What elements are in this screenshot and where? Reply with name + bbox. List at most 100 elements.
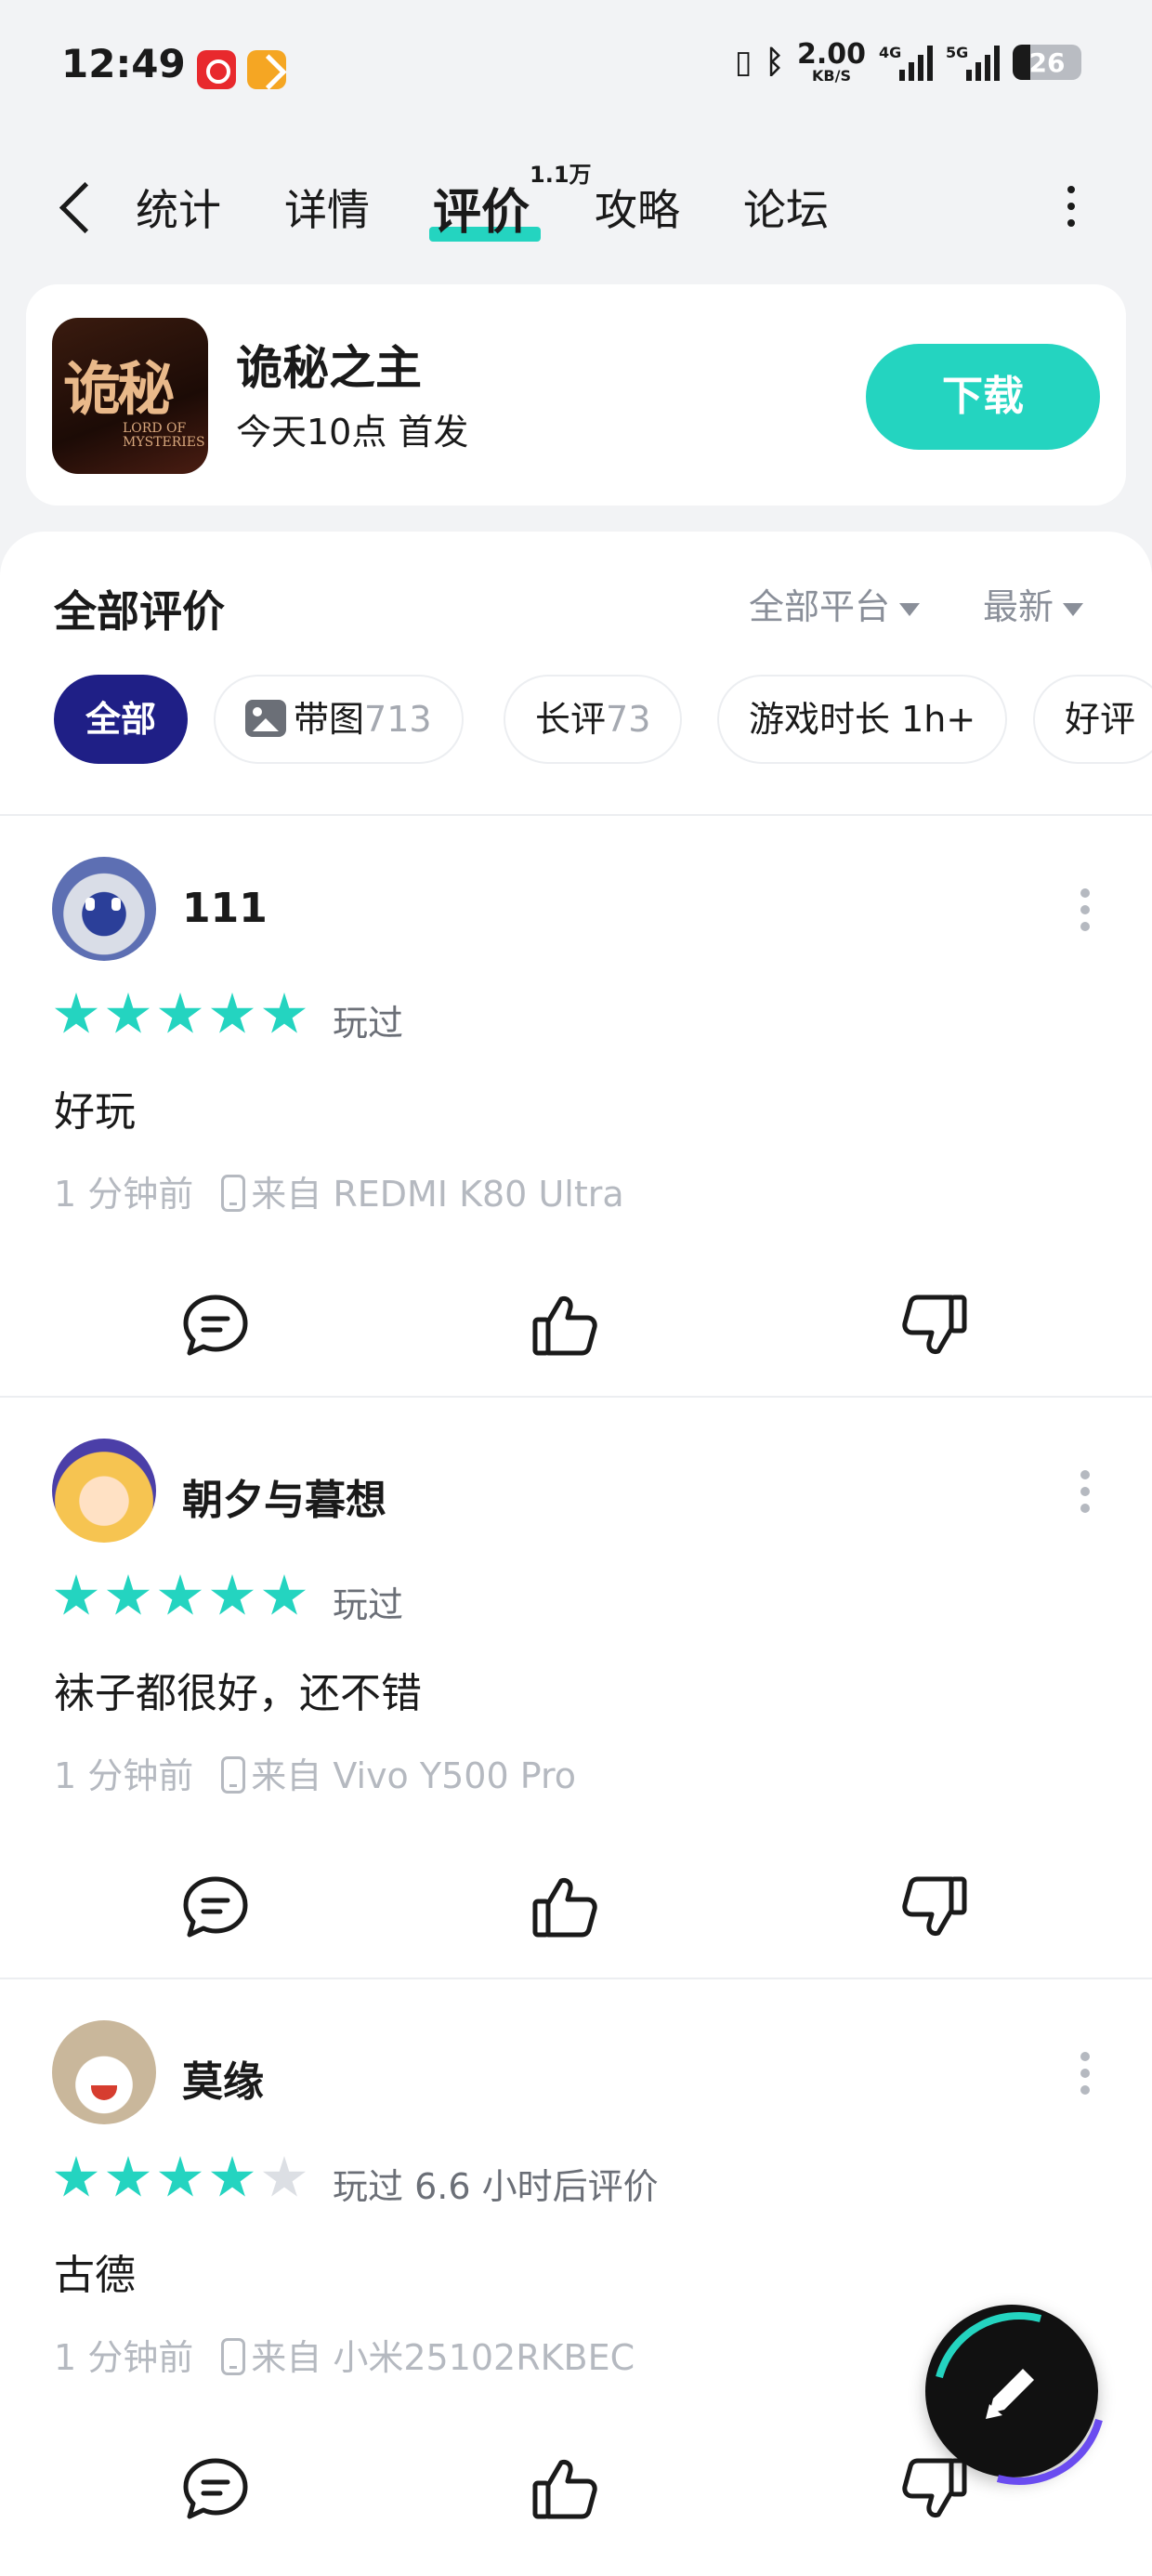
review-meta: 1 分钟前 来自 REDMI K80 Ultra (54, 1165, 624, 1216)
review-username[interactable]: 111 (182, 885, 268, 932)
game-name: 诡秘之主 (236, 341, 422, 395)
game-release-info: 今天10点 首发 (236, 412, 469, 453)
chip-playtime[interactable]: 游戏时长 1h+ (717, 675, 1008, 764)
comment-icon[interactable] (178, 1288, 253, 1362)
network-speed: 2.00 KB/S (797, 41, 866, 84)
caret-down-icon (1063, 602, 1084, 616)
star-filled-icon (158, 992, 203, 1033)
star-filled-icon (54, 1574, 98, 1615)
network-speed-unit: KB/S (812, 67, 851, 85)
platform-filter-dropdown[interactable]: 全部平台 (749, 578, 921, 629)
battery-level: 26 (1028, 47, 1066, 78)
netease-music-notification-icon (197, 50, 236, 89)
reviews-panel: 全部评价 全部平台 最新 全部 带图713 长评73 游戏时长 1h+ 好评 1… (0, 532, 1152, 2576)
rating-stars (54, 1574, 307, 1623)
caret-down-icon (899, 602, 921, 616)
review-more-icon[interactable] (1080, 1470, 1091, 1518)
chip-positive[interactable]: 好评 (1033, 675, 1152, 764)
app-notification-icon (247, 50, 286, 89)
star-filled-icon (106, 1574, 151, 1615)
star-filled-icon (158, 1574, 203, 1615)
star-filled-icon (54, 2156, 98, 2197)
platform-filter-label: 全部平台 (749, 586, 891, 627)
thumbs-down-icon[interactable] (897, 1870, 972, 1944)
chip-with-images-label: 带图 (294, 699, 365, 740)
signal-5g-icon: 5G (946, 44, 1000, 81)
avatar[interactable] (52, 2020, 156, 2124)
play-status: 玩过 6.6 小时后评价 (333, 2166, 659, 2207)
chip-with-images[interactable]: 带图713 (214, 675, 464, 764)
thumbs-up-icon[interactable] (528, 2451, 602, 2526)
star-filled-icon (210, 2156, 255, 2197)
review-more-icon[interactable] (1080, 2052, 1091, 2100)
star-filled-icon (210, 992, 255, 1033)
status-time: 12:49 (61, 41, 186, 86)
network-speed-value: 2.00 (796, 38, 866, 71)
signal-5g-label: 5G (946, 44, 969, 61)
star-filled-icon (106, 2156, 151, 2197)
rating-stars (54, 992, 307, 1041)
review-item[interactable]: 朝夕与暮想 玩过 袜子都很好，还不错 1 分钟前 来自 Vivo Y500 Pro (0, 1398, 1152, 1978)
signal-4g-icon: 4G (879, 44, 933, 81)
star-filled-icon (106, 992, 151, 1033)
star-filled-icon (262, 1574, 307, 1615)
top-nav: 统计 详情 评价 1.1万 攻略 论坛 (0, 139, 1152, 279)
download-button[interactable]: 下载 (866, 344, 1100, 450)
sort-label: 最新 (983, 586, 1054, 627)
tab-details[interactable]: 详情 (284, 177, 370, 238)
image-icon (245, 700, 286, 737)
review-more-icon[interactable] (1080, 888, 1091, 937)
review-time: 1 分钟前 (54, 2337, 194, 2378)
review-device: 来自 Vivo Y500 Pro (251, 1755, 576, 1796)
write-review-button[interactable] (925, 2305, 1098, 2477)
star-empty-icon (262, 2156, 307, 2197)
pen-icon (986, 2369, 1034, 2419)
review-content: 好玩 (54, 1088, 136, 1136)
star-filled-icon (210, 1574, 255, 1615)
comment-icon[interactable] (178, 1870, 253, 1944)
more-vertical-icon[interactable] (1065, 186, 1078, 232)
bluetooth-icon: ᛒ (765, 44, 784, 81)
review-meta: 1 分钟前 来自 Vivo Y500 Pro (54, 1747, 576, 1798)
review-username[interactable]: 朝夕与暮想 (182, 1466, 386, 1526)
game-card[interactable]: 诡秘 LORD OF MYSTERIES 诡秘之主 今天10点 首发 下载 (26, 284, 1126, 506)
comment-icon[interactable] (178, 2451, 253, 2526)
thumbs-up-icon[interactable] (528, 1288, 602, 1362)
chip-playtime-label: 游戏时长 1h+ (749, 699, 976, 740)
chip-long-reviews-label: 长评 (535, 699, 607, 740)
review-time: 1 分钟前 (54, 1755, 194, 1796)
avatar[interactable] (52, 1439, 156, 1543)
play-status: 玩过 (333, 1584, 404, 1625)
tab-guides[interactable]: 攻略 (595, 177, 680, 238)
tab-reviews[interactable]: 评价 (433, 173, 530, 243)
review-content: 古德 (54, 2252, 136, 2299)
back-arrow-icon[interactable] (54, 175, 110, 240)
battery-icon: 26 (1013, 45, 1081, 80)
chip-long-reviews-count: 73 (606, 699, 651, 740)
section-title: 全部评价 (54, 586, 225, 637)
star-filled-icon (54, 992, 98, 1033)
tab-forum[interactable]: 论坛 (743, 177, 829, 238)
status-bar: 12:49 ▯ ᛒ 2.00 KB/S 4G 5G 26 (0, 0, 1152, 139)
avatar[interactable] (52, 857, 156, 961)
review-content: 袜子都很好，还不错 (54, 1670, 422, 1717)
chip-all[interactable]: 全部 (54, 675, 189, 764)
star-filled-icon (158, 2156, 203, 2197)
game-icon[interactable]: 诡秘 LORD OF MYSTERIES (52, 318, 208, 474)
rating-stars (54, 2156, 307, 2204)
chip-long-reviews[interactable]: 长评73 (504, 675, 683, 764)
review-time: 1 分钟前 (54, 1174, 194, 1215)
review-username[interactable]: 莫缘 (182, 2048, 264, 2108)
star-filled-icon (262, 992, 307, 1033)
play-status: 玩过 (333, 1003, 404, 1044)
thumbs-down-icon[interactable] (897, 1288, 972, 1362)
filter-chips: 全部 带图713 长评73 游戏时长 1h+ 好评 (54, 675, 1152, 764)
tab-stats[interactable]: 统计 (136, 177, 221, 238)
thumbs-up-icon[interactable] (528, 1870, 602, 1944)
sort-dropdown[interactable]: 最新 (983, 578, 1084, 629)
review-count-badge: 1.1万 (530, 162, 592, 188)
review-device: 来自 小米25102RKBEC (251, 2337, 635, 2378)
review-item[interactable]: 111 玩过 好玩 1 分钟前 来自 REDMI K80 Ultra (0, 816, 1152, 1396)
review-device: 来自 REDMI K80 Ultra (251, 1174, 624, 1215)
game-icon-logo-subtitle: LORD OF MYSTERIES (123, 421, 205, 451)
